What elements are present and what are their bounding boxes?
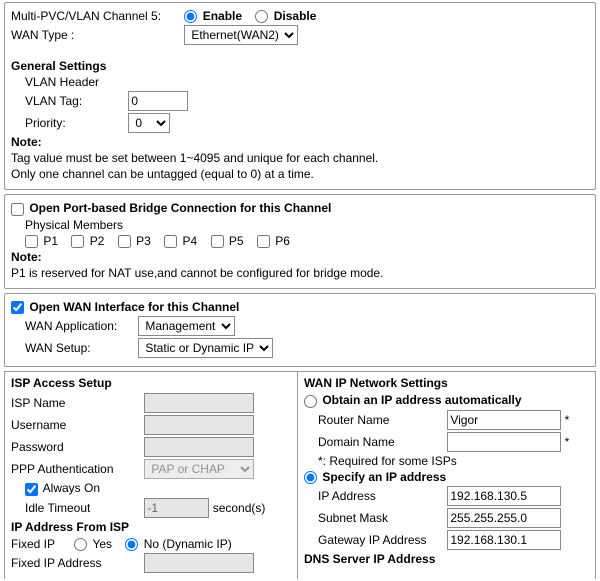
ip-address-input[interactable] bbox=[447, 486, 561, 506]
note-title-1: Note: bbox=[11, 135, 589, 149]
idle-timeout-label: Idle Timeout bbox=[25, 501, 141, 515]
gateway-input[interactable] bbox=[447, 530, 561, 550]
port-p1[interactable]: P1 bbox=[25, 234, 58, 248]
bridge-note-1: P1 is reserved for NAT use,and cannot be… bbox=[11, 266, 589, 280]
port-p3[interactable]: P3 bbox=[118, 234, 151, 248]
port-p4[interactable]: P4 bbox=[164, 234, 197, 248]
domain-name-input[interactable] bbox=[447, 432, 561, 452]
bridge-open-option[interactable]: Open Port-based Bridge Connection for th… bbox=[11, 201, 331, 215]
isp-access-column: ISP Access Setup ISP Name Username Passw… bbox=[4, 371, 298, 579]
note-line-1: Tag value must be set between 1~4095 and… bbox=[11, 151, 589, 165]
fixed-ip-no-radio[interactable] bbox=[125, 538, 138, 551]
fixed-addr-input[interactable] bbox=[144, 553, 254, 573]
always-on-checkbox[interactable] bbox=[25, 483, 38, 496]
p2-checkbox[interactable] bbox=[71, 235, 84, 248]
wan-app-select[interactable]: Management bbox=[138, 316, 235, 336]
priority-select[interactable]: 0 bbox=[128, 113, 170, 133]
domain-name-label: Domain Name bbox=[318, 435, 444, 449]
channel-label: Multi-PVC/VLAN Channel 5: bbox=[11, 9, 181, 23]
general-title: General Settings bbox=[11, 59, 589, 73]
isp-title: ISP Access Setup bbox=[11, 376, 291, 390]
isp-name-input[interactable] bbox=[144, 393, 254, 413]
dns-title: DNS Server IP Address bbox=[304, 552, 589, 566]
header-section: Multi-PVC/VLAN Channel 5: Enable Disable… bbox=[4, 2, 596, 190]
ppp-auth-select[interactable]: PAP or CHAP bbox=[144, 459, 254, 479]
vlan-tag-label: VLAN Tag: bbox=[25, 94, 125, 108]
members-label: Physical Members bbox=[25, 218, 589, 232]
domain-star: * bbox=[561, 435, 569, 449]
gateway-label: Gateway IP Address bbox=[318, 533, 444, 547]
vlan-tag-input[interactable] bbox=[128, 91, 188, 111]
wan-setup-label: WAN Setup: bbox=[25, 341, 135, 355]
wan-open-text: Open WAN Interface for this Channel bbox=[29, 300, 239, 314]
port-p5[interactable]: P5 bbox=[211, 234, 244, 248]
required-note: *: Required for some ISPs bbox=[318, 454, 589, 468]
bridge-open-checkbox[interactable] bbox=[11, 203, 24, 216]
idle-unit-text: second(s) bbox=[213, 501, 266, 515]
subnet-input[interactable] bbox=[447, 508, 561, 528]
p3-checkbox[interactable] bbox=[118, 235, 131, 248]
bridge-section: Open Port-based Bridge Connection for th… bbox=[4, 194, 596, 289]
specify-ip-text: Specify an IP address bbox=[322, 470, 446, 484]
ip-from-isp-title: IP Address From ISP bbox=[11, 520, 291, 534]
wan-ip-column: WAN IP Network Settings Obtain an IP add… bbox=[298, 371, 596, 579]
disable-radio[interactable] bbox=[255, 10, 268, 23]
p4-checkbox[interactable] bbox=[164, 235, 177, 248]
always-on-text: Always On bbox=[43, 481, 100, 495]
wan-open-checkbox[interactable] bbox=[11, 301, 24, 314]
router-name-input[interactable] bbox=[447, 410, 561, 430]
note-title-2: Note: bbox=[11, 250, 589, 264]
vlan-header-label: VLAN Header bbox=[25, 75, 125, 89]
username-input[interactable] bbox=[144, 415, 254, 435]
router-name-label: Router Name bbox=[318, 413, 444, 427]
wan-type-select[interactable]: Ethernet(WAN2) bbox=[184, 25, 298, 45]
bridge-open-text: Open Port-based Bridge Connection for th… bbox=[29, 201, 331, 215]
p5-checkbox[interactable] bbox=[211, 235, 224, 248]
bottom-columns: ISP Access Setup ISP Name Username Passw… bbox=[4, 371, 596, 579]
always-on-option[interactable]: Always On bbox=[25, 481, 100, 495]
enable-option[interactable]: Enable bbox=[184, 9, 245, 23]
wan-type-label: WAN Type : bbox=[11, 28, 181, 42]
wan-interface-section: Open WAN Interface for this Channel WAN … bbox=[4, 293, 596, 367]
obtain-ip-radio[interactable] bbox=[304, 395, 317, 408]
obtain-ip-text: Obtain an IP address automatically bbox=[322, 393, 521, 407]
note-line-2: Only one channel can be untagged (equal … bbox=[11, 167, 589, 181]
username-label: Username bbox=[11, 418, 141, 432]
p1-checkbox[interactable] bbox=[25, 235, 38, 248]
enable-text: Enable bbox=[203, 9, 242, 23]
disable-text: Disable bbox=[274, 9, 317, 23]
fixed-addr-label: Fixed IP Address bbox=[11, 556, 141, 570]
specify-ip-radio[interactable] bbox=[304, 471, 317, 484]
idle-timeout-input[interactable] bbox=[144, 498, 209, 518]
subnet-label: Subnet Mask bbox=[318, 511, 444, 525]
ip-address-label: IP Address bbox=[318, 489, 444, 503]
specify-ip-option[interactable]: Specify an IP address bbox=[304, 470, 446, 484]
enable-radio[interactable] bbox=[184, 10, 197, 23]
router-star: * bbox=[561, 413, 569, 427]
wan-setup-select[interactable]: Static or Dynamic IP bbox=[138, 338, 273, 358]
isp-name-label: ISP Name bbox=[11, 396, 141, 410]
net-title: WAN IP Network Settings bbox=[304, 376, 589, 390]
disable-option[interactable]: Disable bbox=[255, 9, 316, 23]
wan-open-option[interactable]: Open WAN Interface for this Channel bbox=[11, 300, 239, 314]
fixed-ip-yes-radio[interactable] bbox=[74, 538, 87, 551]
p6-checkbox[interactable] bbox=[257, 235, 270, 248]
obtain-ip-option[interactable]: Obtain an IP address automatically bbox=[304, 393, 522, 407]
port-p2[interactable]: P2 bbox=[71, 234, 104, 248]
wan-app-label: WAN Application: bbox=[25, 319, 135, 333]
password-input[interactable] bbox=[144, 437, 254, 457]
ppp-auth-label: PPP Authentication bbox=[11, 462, 141, 476]
port-p6[interactable]: P6 bbox=[257, 234, 290, 248]
password-label: Password bbox=[11, 440, 141, 454]
priority-label: Priority: bbox=[25, 116, 125, 130]
